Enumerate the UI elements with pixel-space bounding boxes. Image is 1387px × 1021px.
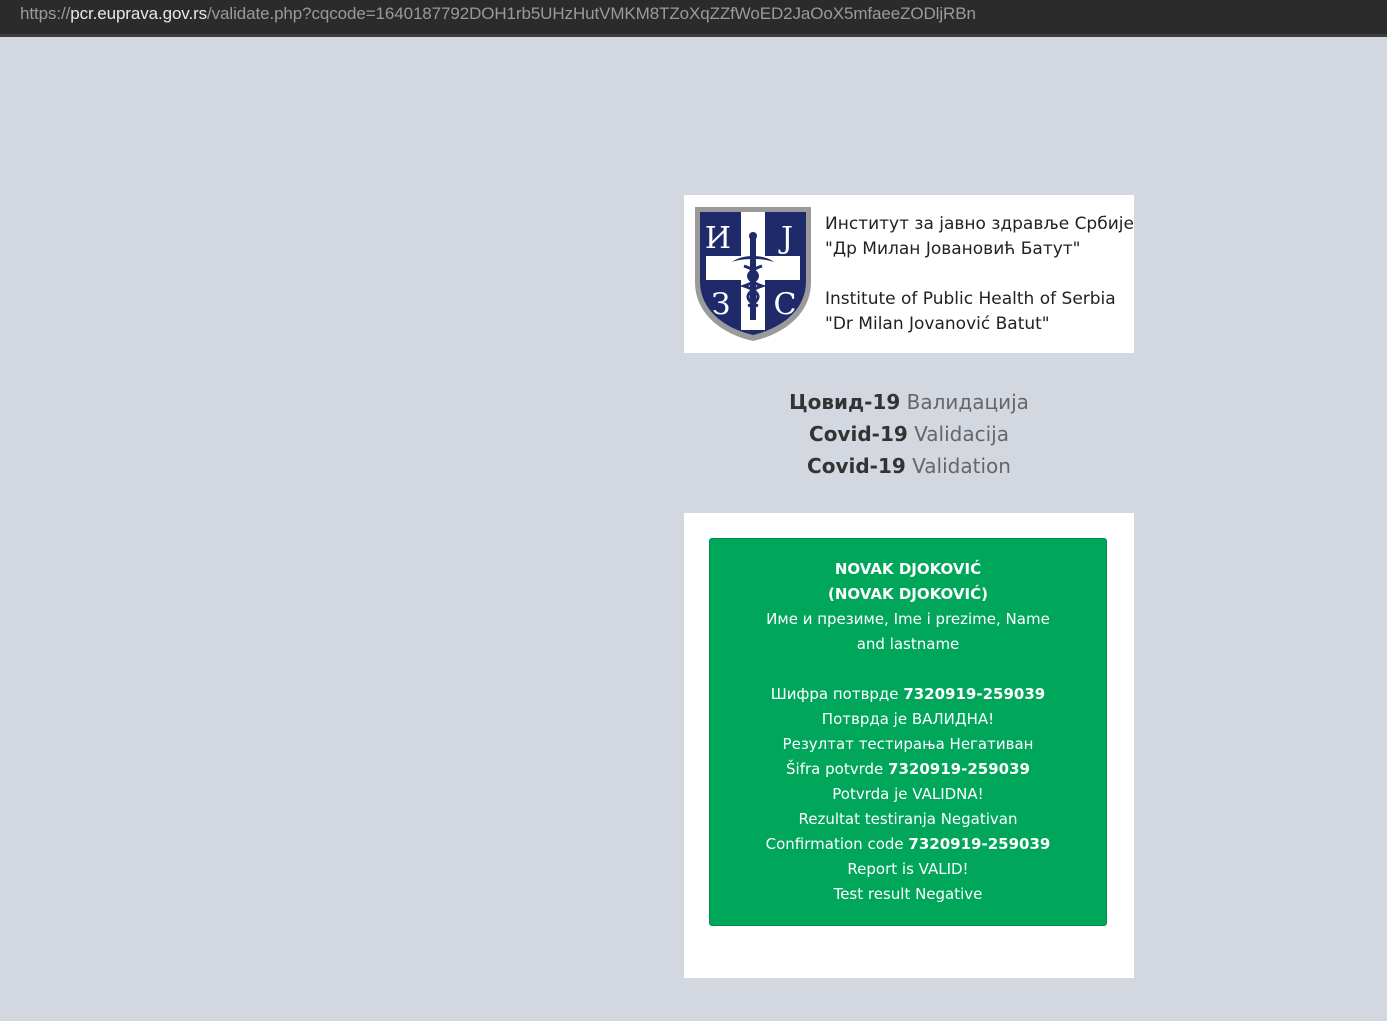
validation-result-box: NOVAK DJOKOVIĆ (NOVAK DJOKOVIĆ) Име и пр…	[709, 538, 1107, 926]
lat-test-result: Rezultat testiranja Negativan	[798, 810, 1018, 828]
person-name: NOVAK DJOKOVIĆ	[834, 560, 982, 578]
url-scheme: https://	[20, 4, 71, 23]
en-test-result: Test result Negative	[833, 885, 983, 903]
institute-name: Институт за јавно здравље Србије "Др Мил…	[825, 212, 1134, 337]
institute-name-en-2: "Dr Milan Jovanović Batut"	[825, 314, 1050, 334]
name-label: Име и презиме, Ime i prezime, Name and l…	[766, 610, 1050, 653]
institute-logo-card: И Ј З С Институт за јавно здравље Србије…	[684, 195, 1134, 353]
en-code-row: Confirmation code 7320919-259039	[765, 835, 1051, 853]
shield-letter-2: Ј	[778, 221, 793, 256]
shield-letter-3: З	[712, 287, 731, 322]
institute-shield-icon: И Ј З С	[695, 207, 811, 341]
institute-name-en-1: Institute of Public Health of Serbia	[825, 289, 1116, 309]
institute-name-sr-1: Институт за јавно здравље Србије	[825, 214, 1134, 234]
url-text[interactable]: https://pcr.euprava.gov.rs/validate.php?…	[20, 4, 976, 24]
title-english: Covid-19 Validation	[807, 454, 1011, 478]
person-name-paren: (NOVAK DJOKOVIĆ)	[828, 585, 988, 603]
url-host: pcr.euprava.gov.rs	[70, 4, 208, 23]
result-card: NOVAK DJOKOVIĆ (NOVAK DJOKOVIĆ) Име и пр…	[684, 513, 1134, 978]
shield-letter-4: С	[774, 287, 797, 322]
sr-valid-status: Потврда је ВАЛИДНА!	[821, 710, 995, 728]
lat-code-row: Šifra potvrde 7320919-259039	[786, 760, 1030, 778]
institute-name-sr-2: "Др Милан Јовановић Батут"	[825, 239, 1081, 259]
url-path: /validate.php?cqcode=1640187792DOH1rb5UH…	[207, 4, 976, 23]
title-latin: Covid-19 Validacija	[809, 422, 1009, 446]
sr-test-result: Резултат тестирања Негативан	[782, 735, 1034, 753]
sr-code-row: Шифра потврде 7320919-259039	[770, 685, 1046, 703]
address-bar[interactable]: https://pcr.euprava.gov.rs/validate.php?…	[0, 0, 1387, 37]
en-valid-status: Report is VALID!	[847, 860, 969, 878]
page-title: Цовид-19 Валидација Covid-19 Validacija …	[684, 386, 1134, 482]
shield-letter-1: И	[705, 221, 731, 256]
title-cyrillic: Цовид-19 Валидација	[789, 390, 1029, 414]
lat-valid-status: Potvrda je VALIDNA!	[832, 785, 984, 803]
